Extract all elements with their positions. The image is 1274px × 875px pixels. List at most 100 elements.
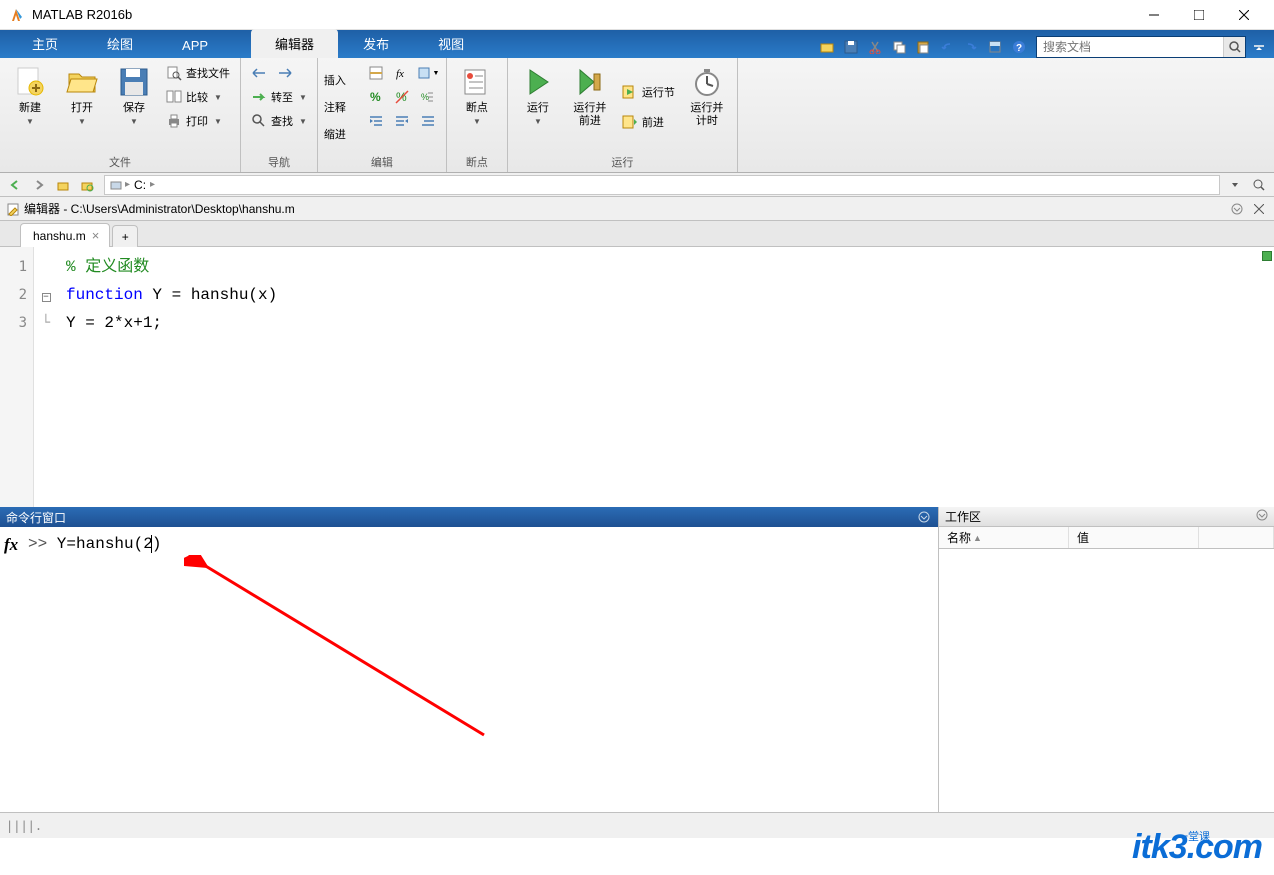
qat-help-icon[interactable]: ? [1008,36,1030,58]
find-button[interactable]: 查找▼ [247,110,311,132]
search-docs-input[interactable] [1037,37,1223,57]
qat-open-icon[interactable] [816,36,838,58]
run-time-button[interactable]: 运行并 计时 [683,62,731,152]
save-button[interactable]: 保存▼ [110,62,158,152]
run-section-button[interactable]: 运行节 [618,81,679,103]
fold-toggle-icon[interactable]: − [42,293,51,302]
print-button[interactable]: 打印▼ [162,110,234,132]
quick-access-toolbar: ? [816,36,1274,58]
advance-button[interactable]: 前进 [618,111,679,133]
status-bar: ||||. [0,812,1274,838]
path-browse-icon[interactable] [76,175,98,195]
code-area[interactable]: % 定义函数 function Y = hanshu(x) Y = 2*x+1; [58,247,1258,507]
titlebar: MATLAB R2016b [0,0,1274,30]
indent-icon[interactable] [364,110,388,132]
path-bar: ▸ C: ▸ [0,173,1274,197]
status-ok-icon [1262,251,1272,261]
window-title: MATLAB R2016b [32,7,1131,22]
editor-path-title: 编辑器 - C:\Users\Administrator\Desktop\han… [24,200,1224,217]
svg-text:fx: fx [396,68,404,80]
comment-icon[interactable]: % [364,86,388,108]
workspace-body[interactable] [939,549,1274,812]
svg-text:?: ? [1016,43,1022,54]
workspace-dropdown-icon[interactable] [1256,509,1268,524]
command-text[interactable]: >> Y=hanshu(2) [28,527,938,812]
tab-publish[interactable]: 发布 [339,29,413,58]
minimize-button[interactable] [1131,1,1176,29]
command-window-header[interactable]: 命令行窗口 [0,507,938,527]
add-tab-button[interactable]: + [112,225,138,247]
path-search-button[interactable] [1248,175,1270,195]
file-tabs: hanshu.m × + [0,221,1274,247]
qat-undo-icon[interactable] [936,36,958,58]
svg-text:%: % [421,92,429,102]
workspace-col-value[interactable]: 值 [1069,527,1199,548]
command-window-panel: 命令行窗口 fx >> Y=hanshu(2) [0,507,939,812]
qat-minimize-ribbon-icon[interactable] [1248,36,1270,58]
qat-copy-icon[interactable] [888,36,910,58]
editor-area: 1 2 3 − └ % 定义函数 function Y = hanshu(x) … [0,247,1274,507]
qat-paste-icon[interactable] [912,36,934,58]
path-dropdown-button[interactable] [1224,175,1246,195]
qat-cut-icon[interactable] [864,36,886,58]
search-button[interactable] [1223,37,1245,57]
ribbon-group-edit: 插入 注释 缩进 fx ▼ % % % [318,58,447,172]
tab-home[interactable]: 主页 [8,29,82,58]
ribbon-group-breakpoint: 断点▼ 断点 [447,58,508,172]
workspace-columns: 名称▲ 值 [939,527,1274,549]
maximize-button[interactable] [1176,1,1221,29]
fx-icon[interactable]: fx [0,527,28,812]
file-tab-hanshu[interactable]: hanshu.m × [20,223,110,247]
qat-switch-icon[interactable] [984,36,1006,58]
editor-close-button[interactable] [1250,200,1268,218]
outdent-icon[interactable] [390,110,414,132]
compare-button[interactable]: 比较▼ [162,86,234,108]
editor-header: 编辑器 - C:\Users\Administrator\Desktop\han… [0,197,1274,221]
open-button[interactable]: 打开▼ [58,62,106,152]
insert-section-icon[interactable] [364,62,388,84]
breakpoints-button[interactable]: 断点▼ [453,62,501,152]
tab-view[interactable]: 视图 [414,29,488,58]
path-forward-button[interactable] [28,175,50,195]
nav-icon-1[interactable] [247,62,271,84]
ribbon-group-file: 新建▼ 打开▼ 保存▼ 查找文件 比较▼ [0,58,241,172]
ribbon: 新建▼ 打开▼ 保存▼ 查找文件 比较▼ [0,58,1274,173]
path-breadcrumb[interactable]: ▸ C: ▸ [104,175,1220,195]
qat-save-icon[interactable] [840,36,862,58]
workspace-panel: 工作区 名称▲ 值 [939,507,1274,812]
command-body[interactable]: fx >> Y=hanshu(2) [0,527,938,812]
workspace-header[interactable]: 工作区 [939,507,1274,527]
smart-indent-icon[interactable] [416,110,440,132]
matlab-logo-icon [8,7,24,23]
tab-app[interactable]: APP [158,33,232,58]
nav-icon-2[interactable] [273,62,297,84]
busy-indicator-icon: ||||. [6,819,42,833]
ribbon-group-run: 运行▼ 运行并 前进 运行节 前进 运行并 计时 运行 [508,58,738,172]
bottom-panels: 命令行窗口 fx >> Y=hanshu(2) 工作区 名称▲ 值 [0,507,1274,812]
file-tab-close-icon[interactable]: × [92,228,100,243]
insert-other-icon[interactable]: ▼ [416,62,440,84]
tab-editor[interactable]: 编辑器 [251,29,338,58]
editor-dropdown-button[interactable] [1228,200,1246,218]
new-button[interactable]: 新建▼ [6,62,54,152]
run-advance-button[interactable]: 运行并 前进 [566,62,614,152]
wrap-comment-icon[interactable]: % [416,86,440,108]
edit-labels: 插入 注释 缩进 [324,62,360,152]
main-tabstrip: 主页 绘图 APP 编辑器 发布 视图 ? [0,30,1274,58]
tab-plots[interactable]: 绘图 [83,29,157,58]
ribbon-group-navigate: 转至▼ 查找▼ 导航 [241,58,318,172]
uncomment-icon[interactable]: % [390,86,414,108]
line-gutter: 1 2 3 [0,247,34,507]
find-files-button[interactable]: 查找文件 [162,62,234,84]
close-button[interactable] [1221,1,1266,29]
insert-fx-icon[interactable]: fx [390,62,414,84]
qat-redo-icon[interactable] [960,36,982,58]
path-back-button[interactable] [4,175,26,195]
workspace-col-name[interactable]: 名称▲ [939,527,1069,548]
run-button[interactable]: 运行▼ [514,62,562,152]
path-drive[interactable]: C: [132,178,148,192]
goto-button[interactable]: 转至▼ [247,86,311,108]
path-up-icon[interactable] [52,175,74,195]
command-panel-dropdown-icon[interactable] [916,509,932,525]
code-indicator [1258,247,1274,507]
